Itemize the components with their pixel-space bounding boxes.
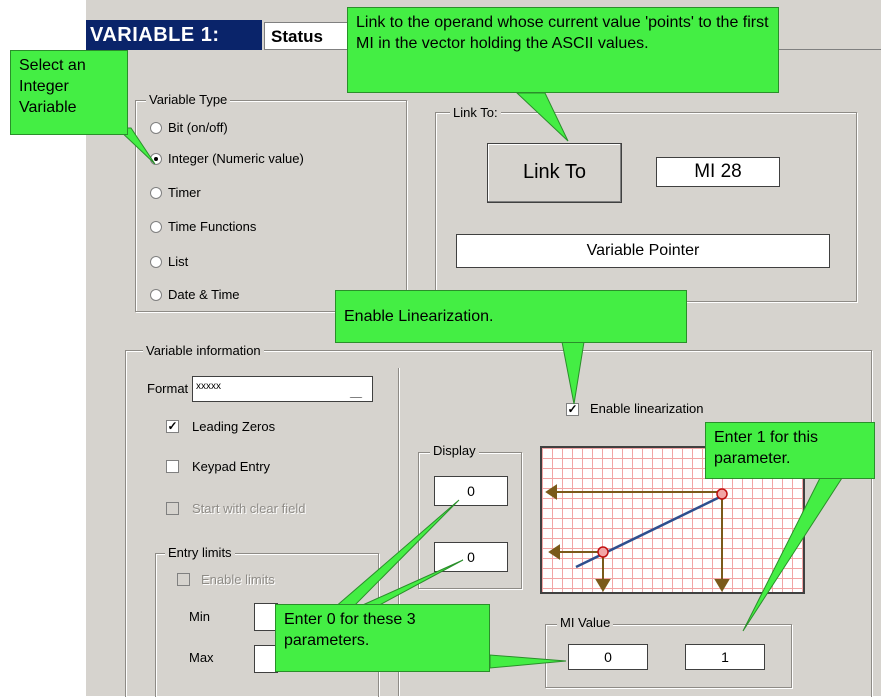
callout-link-operand: Link to the operand whose current value … — [347, 7, 779, 93]
callout-pointers — [115, 92, 843, 669]
callout-enter-zero: Enter 0 for these 3 parameters. — [275, 604, 490, 672]
graph-line — [575, 494, 723, 569]
callout-select-integer: Select an Integer Variable — [10, 50, 128, 135]
callout-enter-one: Enter 1 for this parameter. — [705, 422, 875, 479]
callout-enable-linearization: Enable Linearization. — [335, 290, 687, 343]
annotation-overlay — [115, 92, 843, 669]
